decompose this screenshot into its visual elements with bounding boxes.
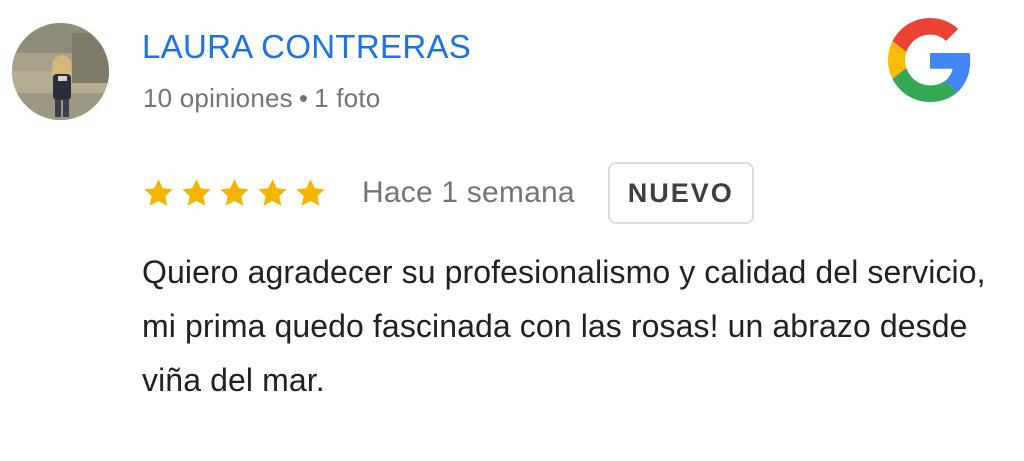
star-icon bbox=[220, 178, 249, 206]
star-icon bbox=[296, 178, 325, 206]
author-meta: 10 opiniones • 1 foto bbox=[143, 81, 380, 115]
star-icon bbox=[144, 178, 173, 206]
author-review-count: 10 opiniones bbox=[143, 83, 293, 113]
star-icon bbox=[258, 178, 287, 206]
avatar-photo-icon bbox=[12, 23, 109, 120]
star-icon bbox=[182, 178, 211, 206]
author-avatar[interactable] bbox=[12, 23, 109, 120]
new-badge: NUEVO bbox=[607, 162, 754, 224]
meta-separator: • bbox=[298, 83, 309, 113]
star-rating bbox=[141, 176, 328, 211]
review-card: LAURA CONTRERAS 10 opiniones • 1 foto Hace… bbox=[0, 0, 1024, 461]
author-name[interactable]: LAURA CONTRERAS bbox=[142, 27, 471, 67]
google-icon bbox=[888, 18, 972, 102]
rating-row: Hace 1 semana NUEVO bbox=[141, 160, 754, 226]
author-photo-count: 1 foto bbox=[314, 83, 381, 113]
review-text: Quiero agradecer su profesionalismo y ca… bbox=[142, 254, 986, 398]
review-time: Hace 1 semana bbox=[362, 176, 575, 209]
